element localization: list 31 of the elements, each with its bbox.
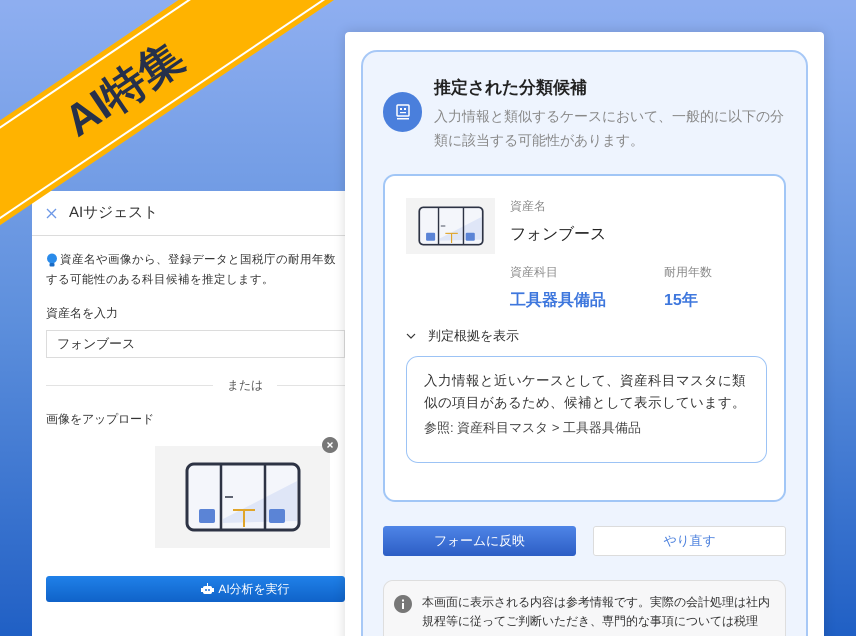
field-value: 15年: [664, 290, 699, 311]
divider-text: または: [227, 377, 263, 394]
info-icon: [394, 595, 412, 613]
show-reason-toggle[interactable]: 判定根拠を表示: [406, 326, 519, 346]
chevron-icon: [406, 332, 416, 339]
asset-name-input[interactable]: フォンブース: [46, 330, 345, 358]
field-label: 資産名: [510, 198, 547, 214]
remove-image-button[interactable]: [322, 437, 338, 453]
lightbulb-icon: [46, 253, 58, 267]
banner-text: AI特集: [54, 30, 194, 148]
apply-button[interactable]: フォームに反映: [383, 526, 576, 556]
upload-label: 画像をアップロード: [46, 411, 155, 428]
field-label: 資産名を入力: [46, 305, 119, 322]
description-text: 資産名や画像から、登録データと国税庁の耐用年数: [60, 252, 336, 268]
avatar-icon: [383, 92, 422, 132]
close-icon: [327, 442, 333, 448]
close-icon[interactable]: [46, 208, 57, 218]
field-label: 耐用年数: [664, 264, 713, 280]
retry-button[interactable]: やり直す: [593, 526, 786, 556]
field-label: 資産科目: [510, 264, 559, 280]
notice-text: 本画面に表示される内容は参考情報です。実際の会計処理は社内規程等に従ってご判断いただき、専門的な事項については税理: [422, 594, 770, 630]
panel-title: AIサジェスト: [69, 202, 158, 223]
description-text: する可能性のある科目候補を推定します。: [46, 272, 274, 288]
field-value: 工具器具備品: [510, 291, 607, 311]
run-analysis-button[interactable]: AI分析を実行: [46, 576, 345, 602]
result-title: 推定された分類候補: [434, 77, 588, 99]
reference-text: 参照: 資産科目マスタ > 工具器具備品: [424, 418, 642, 436]
field-value: フォンブース: [510, 224, 607, 245]
result-description: 入力情報と類似するケースにおいて、一般的に以下の分類に該当する可能性があります。: [434, 107, 785, 150]
reason-text: 入力情報と近いケースとして、資産科目マスタに類似の項目があるため、候補として表示しています。: [424, 372, 747, 412]
robot-icon: [201, 583, 214, 595]
